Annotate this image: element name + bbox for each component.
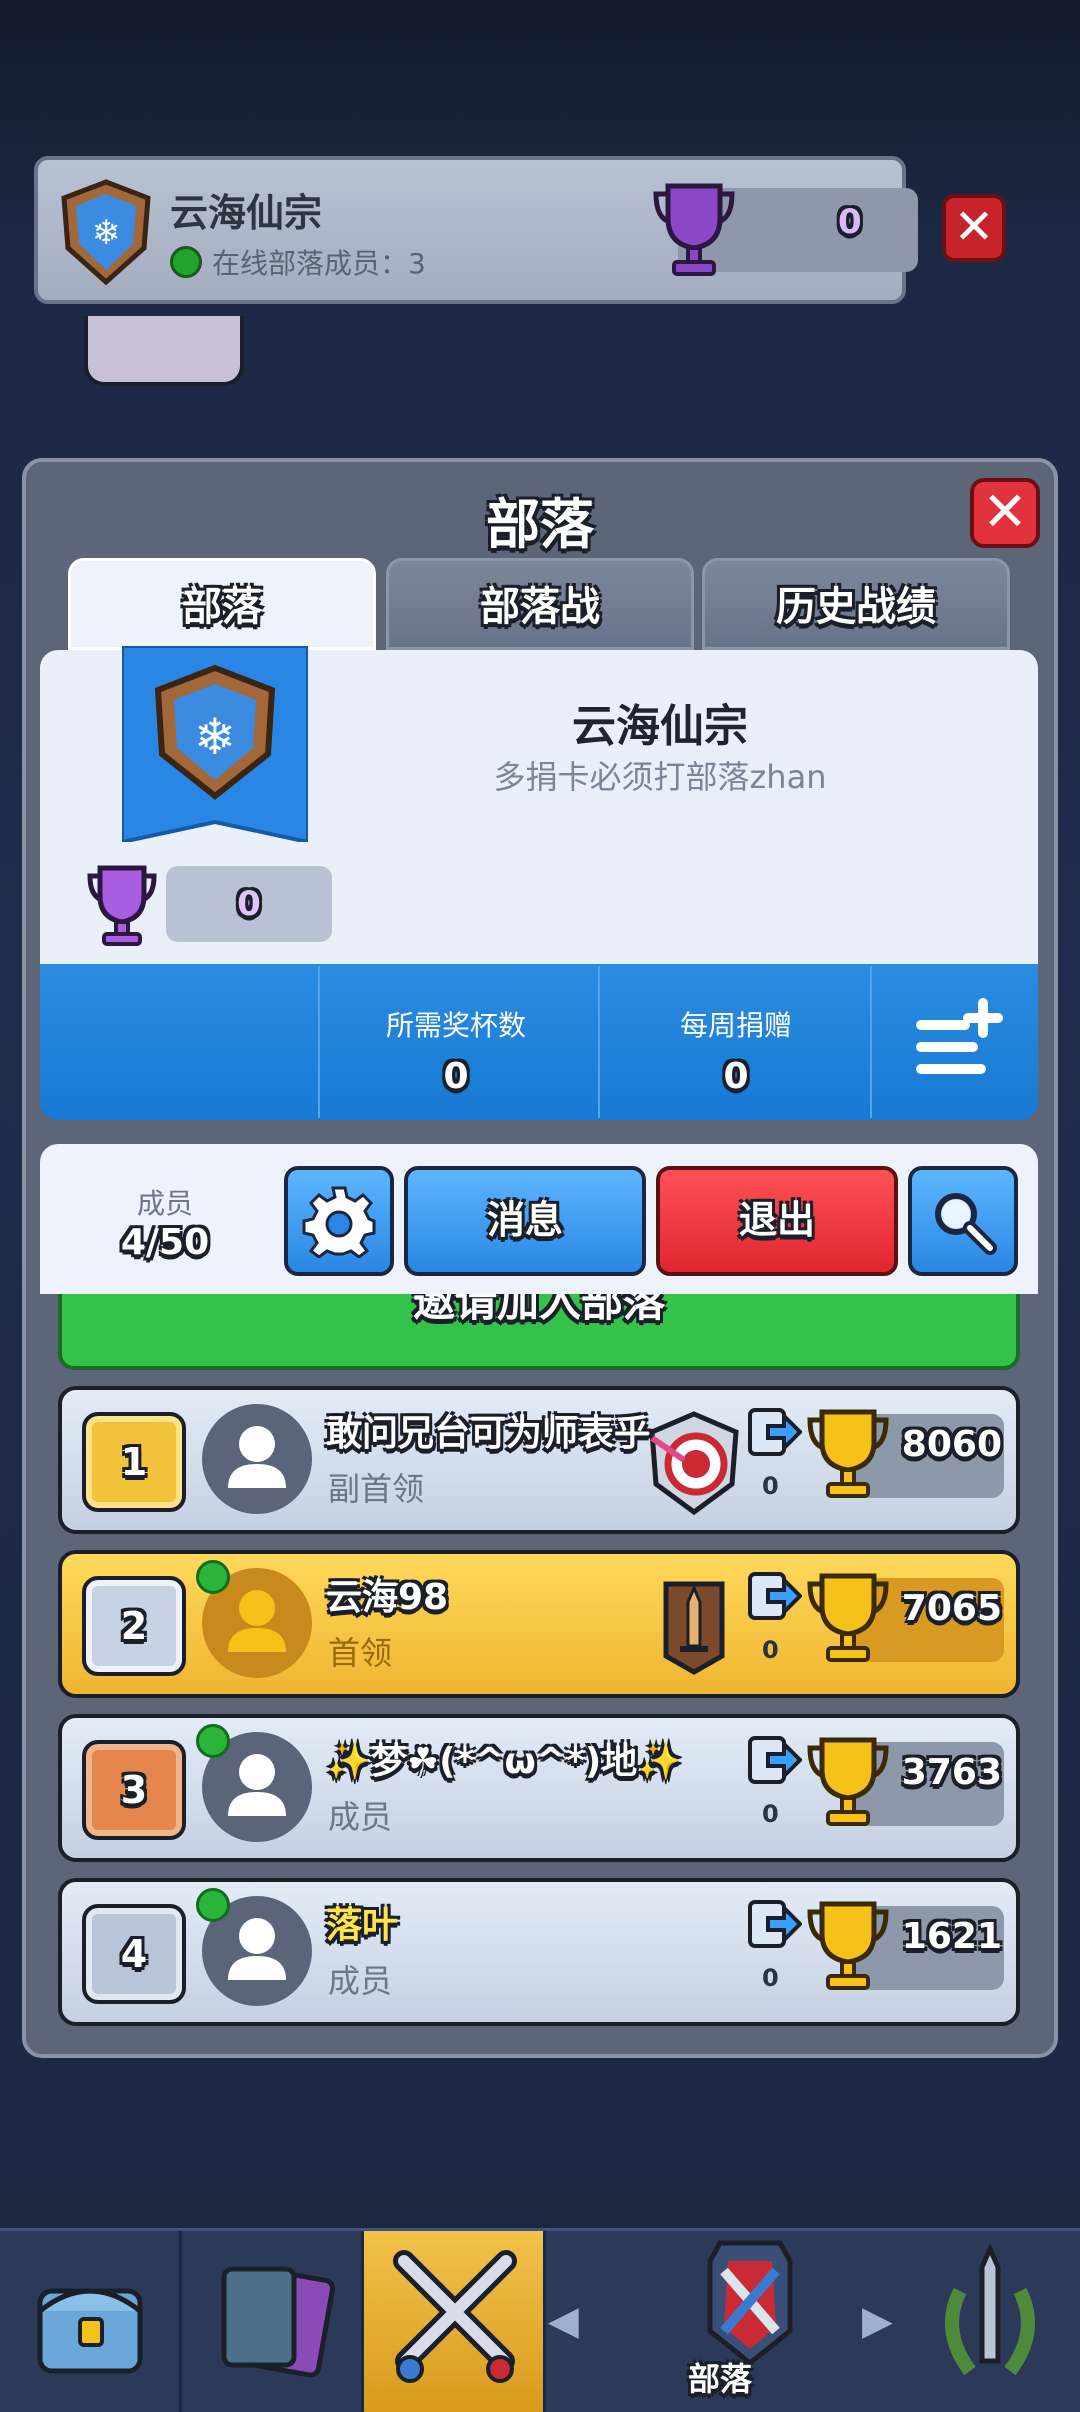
settings-button[interactable] bbox=[284, 1166, 394, 1276]
tab-clan-war[interactable]: 部落战 bbox=[386, 558, 694, 650]
stats-divider bbox=[598, 966, 600, 1118]
weekly-donations-value: 0 bbox=[723, 1056, 749, 1097]
member-name: 敢问兄台可为师表乎 bbox=[326, 1413, 651, 1454]
nav-battle[interactable] bbox=[364, 2231, 546, 2412]
invite-label: 邀请加入部落 bbox=[412, 1294, 665, 1326]
shop-chest-icon bbox=[37, 2288, 143, 2374]
tab-clan-label: 部落 bbox=[182, 584, 262, 630]
purple-trophy-icon bbox=[87, 865, 157, 946]
member-row-4[interactable]: 4 落叶 成员 0 1621 bbox=[58, 1878, 1020, 2026]
required-trophies-label: 所需奖杯数 bbox=[385, 1009, 526, 1042]
purple-trophy-icon bbox=[653, 183, 735, 276]
member-donations: 0 bbox=[762, 1800, 779, 1828]
member-rank: 1 bbox=[82, 1412, 186, 1512]
crossed-swords-icon bbox=[393, 2250, 517, 2383]
target-badge-icon bbox=[649, 1411, 739, 1516]
close-button[interactable]: ✕ bbox=[970, 478, 1040, 548]
member-donations: 0 bbox=[762, 1472, 779, 1500]
clan-trophy-value: 0 bbox=[237, 884, 261, 924]
members-count: 4/50 bbox=[120, 1222, 210, 1263]
leave-button[interactable]: 退出 bbox=[656, 1166, 898, 1276]
member-row-2[interactable]: 2 云海98 首领 0 7065 bbox=[58, 1550, 1020, 1698]
stats-divider bbox=[870, 966, 872, 1118]
gold-trophy-icon bbox=[807, 1901, 889, 1990]
clan-name: 云海仙宗 bbox=[572, 701, 748, 752]
donate-card-icon bbox=[748, 1900, 802, 1948]
gear-icon bbox=[302, 1186, 376, 1259]
nav-events[interactable] bbox=[900, 2231, 1080, 2412]
member-trophies: 3763 bbox=[901, 1752, 1002, 1793]
donate-card-icon bbox=[748, 1572, 802, 1620]
gold-trophy-icon bbox=[807, 1409, 889, 1498]
nav-shop[interactable] bbox=[0, 2231, 182, 2412]
member-trophies: 1621 bbox=[901, 1916, 1002, 1957]
clan-description: 多捐卡必须打部落zhan bbox=[493, 758, 827, 796]
panel-title: 部落 bbox=[486, 493, 594, 556]
stats-divider bbox=[318, 966, 320, 1118]
background-clan-name: 云海仙宗 bbox=[170, 191, 323, 235]
nav-left-arrow-icon[interactable]: ◀ bbox=[548, 2298, 579, 2344]
list-add-icon[interactable] bbox=[912, 996, 1008, 1082]
avatar[interactable] bbox=[202, 1404, 312, 1514]
required-trophies-value: 0 bbox=[443, 1056, 469, 1097]
member-trophies: 8060 bbox=[901, 1424, 1002, 1465]
member-name: ✨梦☘(*^ω^*)地✨ bbox=[326, 1741, 683, 1782]
member-role: 副首领 bbox=[328, 1470, 425, 1508]
clan-banner-icon[interactable]: ❄ bbox=[122, 646, 308, 842]
sword-badge-icon bbox=[663, 1581, 725, 1675]
weekly-donations-label: 每周捐赠 bbox=[679, 1009, 792, 1042]
search-icon bbox=[935, 1193, 997, 1255]
member-role: 成员 bbox=[328, 1798, 393, 1836]
online-dot-icon bbox=[170, 246, 202, 278]
member-rank: 4 bbox=[82, 1904, 186, 2004]
search-button[interactable] bbox=[908, 1166, 1018, 1276]
message-button[interactable]: 消息 bbox=[404, 1166, 646, 1276]
svg-text:❄: ❄ bbox=[92, 213, 121, 253]
donate-card-icon bbox=[748, 1736, 802, 1784]
tab-history[interactable]: 历史战绩 bbox=[702, 558, 1010, 650]
gold-trophy-icon bbox=[807, 1573, 889, 1662]
member-role: 首领 bbox=[328, 1634, 393, 1672]
members-label: 成员 bbox=[136, 1187, 193, 1220]
laurel-sword-icon bbox=[945, 2242, 1035, 2376]
tab-history-label: 历史战绩 bbox=[776, 584, 936, 630]
leave-button-label: 退出 bbox=[738, 1198, 815, 1242]
member-rank: 2 bbox=[82, 1576, 186, 1676]
invite-button[interactable]: 邀请加入部落 bbox=[58, 1294, 1020, 1370]
member-row-3[interactable]: 3 ✨梦☘(*^ω^*)地✨ 成员 0 3763 bbox=[58, 1714, 1020, 1862]
online-dot-icon bbox=[196, 1560, 230, 1594]
svg-text:❄: ❄ bbox=[194, 708, 236, 766]
person-icon bbox=[228, 1426, 286, 1488]
member-name: 云海98 bbox=[326, 1577, 449, 1618]
member-donations: 0 bbox=[762, 1636, 779, 1664]
tab-clan[interactable]: 部落 bbox=[68, 558, 376, 650]
online-dot-icon bbox=[196, 1888, 230, 1922]
clan-shield-icon: ❄ bbox=[61, 179, 151, 286]
nav-right-arrow-icon[interactable]: ▶ bbox=[862, 2298, 893, 2344]
member-trophies: 7065 bbox=[901, 1588, 1002, 1629]
nav-cards[interactable] bbox=[182, 2231, 364, 2412]
clan-trophy-count: 0 bbox=[166, 866, 332, 942]
member-row-1[interactable]: 1 敢问兄台可为师表乎 副首领 0 8060 bbox=[58, 1386, 1020, 1534]
donate-card-icon bbox=[748, 1408, 802, 1456]
member-rank: 3 bbox=[82, 1740, 186, 1840]
nav-clan-label: 部落 bbox=[687, 2360, 752, 2398]
background-trophy-count: 0 bbox=[838, 202, 862, 242]
member-role: 成员 bbox=[328, 1962, 393, 2000]
background-clan-bar: ❄ 云海仙宗 在线部落成员：3 0 bbox=[34, 156, 918, 304]
message-button-label: 消息 bbox=[486, 1198, 563, 1242]
member-donations: 0 bbox=[762, 1964, 779, 1992]
tab-clan-war-label: 部落战 bbox=[480, 584, 600, 630]
online-dot-icon bbox=[196, 1724, 230, 1758]
gold-trophy-icon bbox=[807, 1737, 889, 1826]
background-close-button[interactable]: ✕ bbox=[942, 194, 1006, 262]
member-name: 落叶 bbox=[326, 1905, 399, 1946]
cards-icon bbox=[221, 2266, 336, 2378]
online-members-status: 在线部落成员：3 bbox=[170, 242, 426, 282]
background-avatar-fragment bbox=[84, 316, 244, 386]
online-members-label: 在线部落成员：3 bbox=[212, 247, 426, 280]
